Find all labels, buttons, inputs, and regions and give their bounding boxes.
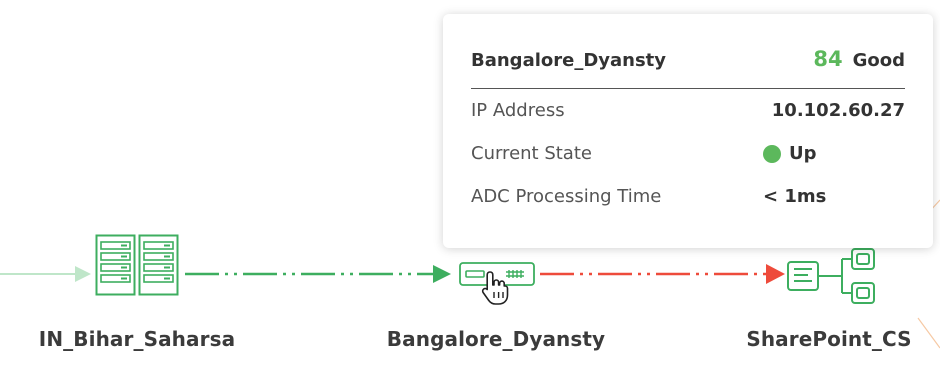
server-rack-icon[interactable] xyxy=(95,234,181,296)
node-label-left: IN_Bihar_Saharsa xyxy=(38,327,236,351)
node-label-right: SharePoint_CS xyxy=(746,327,912,351)
faint-link-lower xyxy=(917,317,940,349)
incoming-link-arrow xyxy=(75,266,91,282)
topology-canvas: IN_Bihar_Saharsa Bangalore_Dyansty Share… xyxy=(0,0,940,365)
tooltip-row-state: Current State Up xyxy=(471,132,905,175)
ip-address-value: 10.102.60.27 xyxy=(771,100,905,121)
link-center-to-right-arrow xyxy=(766,264,785,284)
status-up-dot-icon xyxy=(763,144,781,163)
link-left-to-center-arrow xyxy=(433,265,451,283)
current-state-value-wrap: Up xyxy=(763,143,905,164)
adc-processing-time-label: ADC Processing Time xyxy=(471,186,662,207)
current-state-value: Up xyxy=(789,143,817,164)
node-label-center: Bangalore_Dyansty xyxy=(386,327,606,351)
tooltip-header: Bangalore_Dyansty 84 Good xyxy=(471,14,905,89)
node-tooltip: Bangalore_Dyansty 84 Good IP Address 10.… xyxy=(443,14,933,248)
tooltip-row-ip: IP Address 10.102.60.27 xyxy=(471,89,905,132)
hand-pointer-cursor-icon xyxy=(481,271,509,305)
health-score: 84 Good xyxy=(813,47,905,71)
health-score-value: 84 xyxy=(813,47,843,71)
current-state-label: Current State xyxy=(471,143,592,164)
tooltip-row-processing: ADC Processing Time < 1ms xyxy=(471,175,905,218)
adc-processing-time-value: < 1ms xyxy=(763,186,827,207)
health-status-label: Good xyxy=(852,50,905,71)
tooltip-title: Bangalore_Dyansty xyxy=(471,50,667,71)
service-topology-icon[interactable] xyxy=(786,246,878,308)
ip-address-label: IP Address xyxy=(471,100,565,121)
